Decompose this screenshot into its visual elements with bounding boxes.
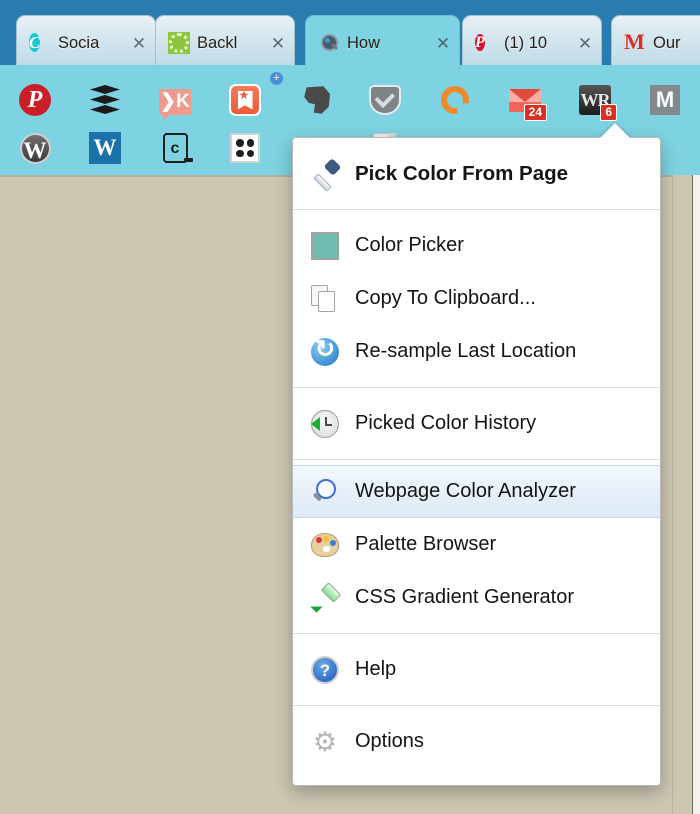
browser-tab-pinterest[interactable]: P (1) 10 ✕ — [462, 15, 602, 70]
menu-item-label: Picked Color History — [355, 412, 536, 435]
menu-group: ? Help — [293, 634, 660, 705]
menu-item-label: Help — [355, 658, 396, 681]
gmail-icon: M — [624, 32, 646, 54]
menu-item-css-gradient-generator[interactable]: CSS Gradient Generator — [293, 571, 660, 624]
menu-group: Webpage Color Analyzer Palette Browser C… — [293, 460, 660, 633]
pinterest-icon: P — [475, 32, 497, 54]
evernote-icon — [300, 85, 330, 115]
refresh-circle-icon — [311, 336, 355, 368]
colorzilla-c-button[interactable]: c — [140, 123, 210, 173]
pinterest-icon: P — [19, 84, 51, 116]
menu-group: Pick Color From Page — [293, 138, 660, 209]
browser-tab-backlinks[interactable]: Backl ✕ — [155, 15, 295, 70]
hootsuite-icon — [441, 86, 469, 114]
menu-item-label: CSS Gradient Generator — [355, 586, 574, 609]
gmail-checker-button[interactable]: 24 — [490, 75, 560, 125]
buffer-button[interactable] — [70, 75, 140, 125]
browser-tab-strip: C Socia ✕ Backl ✕ How ✕ P (1) 10 ✕ M Our — [0, 0, 700, 70]
menu-item-color-picker[interactable]: Color Picker — [293, 219, 660, 272]
menu-group: Color Picker Copy To Clipboard... Re-sam… — [293, 210, 660, 387]
page-right-column — [672, 175, 700, 814]
copy-pages-icon — [311, 283, 355, 315]
browser-tab-gmail[interactable]: M Our — [611, 15, 700, 70]
wordpress-gray-icon: W — [20, 133, 51, 164]
magnifier-icon — [311, 476, 355, 508]
menu-item-help[interactable]: ? Help — [293, 643, 660, 696]
menu-item-label: Options — [355, 730, 424, 753]
eyedropper-icon — [311, 158, 355, 190]
menu-item-options[interactable]: ⚙ Options — [293, 715, 660, 768]
gear-icon: ⚙ — [311, 726, 355, 758]
menu-item-picked-color-history[interactable]: Picked Color History — [293, 397, 660, 450]
menu-item-palette-browser[interactable]: Palette Browser — [293, 518, 660, 571]
menu-group: Picked Color History — [293, 388, 660, 459]
tab-close-icon[interactable]: ✕ — [433, 33, 453, 53]
pocket-icon — [369, 85, 401, 115]
colorzilla-dropdown-menu: Pick Color From Page Color Picker Copy T… — [292, 137, 661, 786]
clock-history-icon — [311, 408, 355, 440]
menu-item-copy-to-clipboard[interactable]: Copy To Clipboard... — [293, 272, 660, 325]
magnifier-eye-icon — [318, 32, 340, 54]
tab-title: How — [347, 34, 429, 53]
green-ring-icon — [168, 32, 190, 54]
wordpress-blue-icon: W — [89, 132, 121, 164]
tab-close-icon[interactable]: ✕ — [129, 33, 149, 53]
tab-title: Our — [653, 34, 700, 53]
menu-item-pick-color-from-page[interactable]: Pick Color From Page — [293, 147, 660, 200]
gmail-unread-badge: 24 — [524, 104, 547, 121]
menu-item-label: Pick Color From Page — [355, 162, 568, 186]
pinterest-button[interactable]: P — [0, 75, 70, 125]
tab-close-icon[interactable]: ✕ — [575, 33, 595, 53]
tab-close-icon[interactable]: ✕ — [268, 33, 288, 53]
four-dots-grid-icon — [230, 133, 260, 163]
colorzilla-c-icon: c — [163, 133, 188, 163]
browser-tab-how[interactable]: How ✕ — [305, 15, 460, 70]
wordress-count-badge: 6 — [600, 104, 617, 121]
menu-item-label: Color Picker — [355, 234, 464, 257]
klout-button[interactable]: ❯K — [140, 75, 210, 125]
buffer-icon — [89, 84, 121, 116]
wordress-button[interactable]: WR 6 — [560, 75, 630, 125]
menu-pointer-arrow — [599, 123, 631, 139]
palette-icon — [311, 529, 355, 561]
tab-title: (1) 10 — [504, 34, 571, 53]
four-dots-grid-button[interactable] — [210, 123, 280, 173]
letter-c-circle-icon: C — [29, 32, 51, 54]
wordpress-blue-button[interactable]: W — [70, 123, 140, 173]
help-circle-icon: ? — [311, 654, 355, 686]
menu-item-webpage-color-analyzer[interactable]: Webpage Color Analyzer — [293, 465, 660, 518]
menu-item-label: Re-sample Last Location — [355, 340, 576, 363]
mailbox-m-icon: M — [650, 85, 680, 115]
menu-item-label: Palette Browser — [355, 533, 496, 556]
tab-title: Backl — [197, 34, 264, 53]
gradient-pencil-icon — [311, 582, 355, 614]
color-swatch-icon — [311, 230, 355, 262]
mailbox-button[interactable]: M — [630, 75, 700, 125]
pocket-button[interactable] — [350, 75, 420, 125]
menu-item-label: Copy To Clipboard... — [355, 287, 536, 310]
evernote-button[interactable] — [280, 75, 350, 125]
extension-toolbar-row-1: P ❯K + 24 WR 6 — [0, 75, 700, 125]
readability-star-icon: + — [229, 84, 261, 116]
wordpress-gray-button[interactable]: W — [0, 123, 70, 173]
hootsuite-button[interactable] — [420, 75, 490, 125]
readability-button[interactable]: + — [210, 75, 280, 125]
browser-tab-social[interactable]: C Socia ✕ — [16, 15, 156, 70]
klout-icon: ❯K — [159, 89, 191, 115]
menu-item-label: Webpage Color Analyzer — [355, 480, 576, 503]
menu-group: ⚙ Options — [293, 706, 660, 777]
tab-title: Socia — [58, 34, 125, 53]
menu-item-re-sample-last-location[interactable]: Re-sample Last Location — [293, 325, 660, 378]
